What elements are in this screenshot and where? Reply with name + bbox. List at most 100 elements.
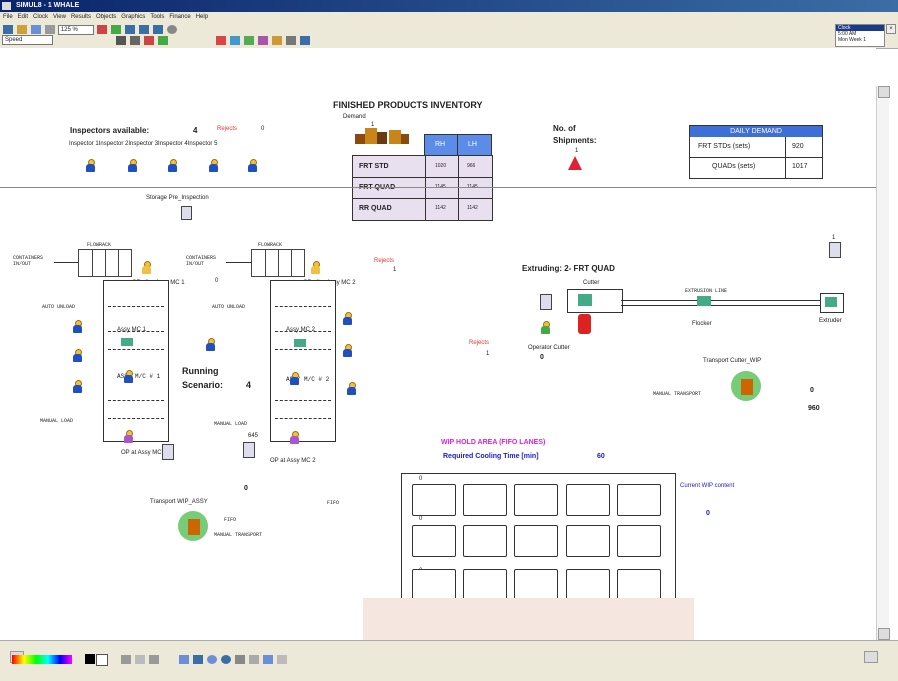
left-op-at-icon xyxy=(124,430,133,443)
inventory-title: FINISHED PRODUCTS INVENTORY xyxy=(333,100,483,110)
stop-icon[interactable] xyxy=(143,36,154,45)
inspector-1-icon xyxy=(86,159,95,172)
left-transport-label: Transport WIP_ASSY xyxy=(150,499,208,505)
color-palette[interactable] xyxy=(12,655,72,664)
line-tool-icon[interactable] xyxy=(148,655,159,664)
zoom-select[interactable]: 125 % xyxy=(57,25,94,36)
inspector-4-icon xyxy=(209,159,218,172)
resource-icon[interactable] xyxy=(271,36,282,45)
foreground-color-swatch[interactable] xyxy=(85,654,95,664)
wip-current-label: Current WIP content xyxy=(680,483,735,489)
col-lh: LH xyxy=(468,141,477,148)
operator-cutter-count: 0 xyxy=(540,354,544,361)
flocker-icon xyxy=(697,296,711,306)
menu-help[interactable]: Help xyxy=(196,14,208,20)
right-worker-3-icon xyxy=(347,382,356,395)
wip-cooling-value: 60 xyxy=(597,453,605,460)
left-forklift-icon xyxy=(178,511,208,541)
background-color-swatch[interactable] xyxy=(96,654,108,666)
wip-hold-area: 0 0 0 xyxy=(401,473,676,607)
extruder-small-count: 1 xyxy=(832,235,836,241)
circle-tool-icon[interactable] xyxy=(206,655,217,664)
pause-icon[interactable] xyxy=(116,36,126,45)
hscroll-right-icon[interactable] xyxy=(864,651,878,663)
wip-cell xyxy=(463,484,507,516)
info-icon[interactable] xyxy=(166,25,177,34)
shipments-label-1: No. of xyxy=(553,124,576,133)
close-icon[interactable]: × xyxy=(886,24,896,34)
right-bin-icon xyxy=(243,442,255,458)
chart-icon[interactable] xyxy=(124,25,135,34)
text-tool-icon[interactable] xyxy=(134,655,145,664)
daily-frt-label: FRT STDs (sets) xyxy=(698,143,751,150)
open-icon[interactable] xyxy=(16,25,27,34)
wip-cell xyxy=(566,525,610,557)
filled-circle-icon[interactable] xyxy=(220,655,231,664)
extrusion-conveyor xyxy=(621,300,821,306)
grid-icon[interactable] xyxy=(138,25,149,34)
arrow-tool-icon[interactable] xyxy=(276,655,287,664)
run-icon[interactable] xyxy=(96,25,107,34)
scenario-label: Scenario: xyxy=(182,380,224,390)
polygon-tool-icon[interactable] xyxy=(234,655,245,664)
step-icon[interactable] xyxy=(110,25,121,34)
work-exit-icon[interactable] xyxy=(257,36,268,45)
daily-frt-value: 920 xyxy=(792,143,804,150)
table-icon[interactable] xyxy=(152,25,163,34)
wip-cell xyxy=(617,525,661,557)
right-op-after-icon xyxy=(311,261,320,274)
bottom-toolbar xyxy=(0,640,898,681)
menu-tools[interactable]: Tools xyxy=(150,14,164,20)
right-machine-icon xyxy=(294,339,306,347)
work-entry-icon[interactable] xyxy=(216,36,226,45)
pointer-icon[interactable] xyxy=(121,655,131,664)
wip-cell xyxy=(463,569,507,601)
window-title: SIMUL8 - 1 WHALE xyxy=(15,2,80,9)
pen-tool-icon[interactable] xyxy=(248,655,259,664)
toolbar-row-2: Speed xyxy=(2,35,53,45)
inspectors-label: Inspectors available: xyxy=(70,126,150,135)
settings-icon[interactable] xyxy=(299,36,310,45)
toolbar: 125 % Speed Clock 5:00 AM Mon Week 1 × xyxy=(0,22,898,49)
menu-graphics[interactable]: Graphics xyxy=(121,14,145,20)
scroll-down-icon[interactable] xyxy=(878,628,890,640)
scroll-up-icon[interactable] xyxy=(878,86,890,98)
inspector-rejects-label: Rejects xyxy=(217,126,238,132)
left-unload-label: AUTO UNLOAD xyxy=(42,304,76,310)
left-transport-count: 0 xyxy=(244,485,248,492)
inventory-body: FRT STD 1020 966 FRT QUAD 1145 1145 RR Q… xyxy=(352,155,493,221)
image-tool-icon[interactable] xyxy=(262,655,273,664)
right-op-at-label: OP at Assy MC 2 xyxy=(270,458,316,464)
wip-current-value: 0 xyxy=(706,510,710,517)
menu-objects[interactable]: Objects xyxy=(96,14,116,20)
wip-cell xyxy=(463,525,507,557)
save-icon[interactable] xyxy=(30,25,41,34)
menu-view[interactable]: View xyxy=(53,14,66,20)
extruder-label: Extruder xyxy=(819,318,842,324)
speed-select[interactable]: Speed xyxy=(2,35,53,45)
menu-results[interactable]: Results xyxy=(71,14,91,20)
route-icon[interactable] xyxy=(285,36,296,45)
menu-finance[interactable]: Finance xyxy=(169,14,190,20)
undo-icon[interactable] xyxy=(44,25,55,34)
filled-rect-icon[interactable] xyxy=(192,655,203,664)
extruding-title: Extruding: 2- FRT QUAD xyxy=(522,264,615,273)
right-worker-1-icon xyxy=(343,312,352,325)
right-flowrack xyxy=(251,249,305,277)
clock-week: Mon Week 1 xyxy=(838,37,866,43)
section-divider xyxy=(0,187,876,188)
wip-cell xyxy=(566,484,610,516)
work-center-icon[interactable] xyxy=(243,36,254,45)
vertical-scrollbar[interactable] xyxy=(876,86,890,640)
wip-cell xyxy=(514,525,558,557)
daily-quad-value: 1017 xyxy=(792,163,808,170)
queue-icon[interactable] xyxy=(229,36,240,45)
reset-icon[interactable] xyxy=(129,36,140,45)
rect-tool-icon[interactable] xyxy=(179,655,189,664)
resume-icon[interactable] xyxy=(157,36,168,45)
menu-edit[interactable]: Edit xyxy=(18,14,28,20)
new-icon[interactable] xyxy=(3,25,13,34)
menu-clock[interactable]: Clock xyxy=(33,14,48,20)
menu-file[interactable]: File xyxy=(3,14,13,20)
inspector-names: Inspector 1Inspector 2Inspector 3Inspect… xyxy=(69,141,218,147)
